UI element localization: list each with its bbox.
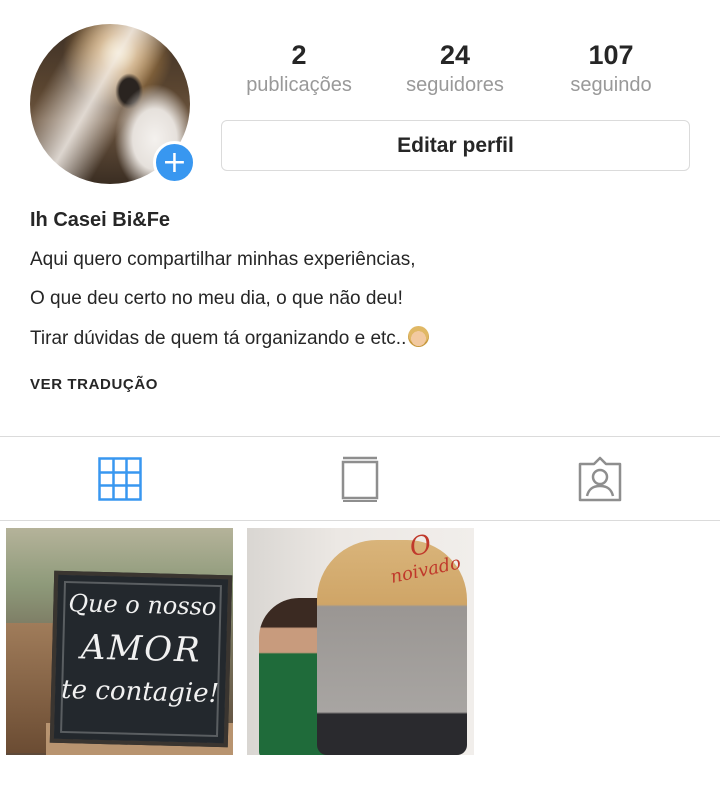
board-text-line: AMOR	[80, 627, 203, 671]
followers-count: 24	[439, 40, 471, 70]
bio-line-with-emoji: Tirar dúvidas de quem tá organizando e e…	[30, 326, 430, 350]
tagged-icon	[578, 456, 622, 502]
post-thumbnail[interactable]: Que o nosso AMOR te contagie!	[6, 528, 233, 755]
bio-line: O que deu certo no meu dia, o que não de…	[30, 288, 403, 309]
stat-followers[interactable]: 24 seguidores	[380, 38, 530, 98]
stat-following[interactable]: 107 seguindo	[536, 38, 686, 98]
profile-display-name: Ih Casei Bi&Fe	[30, 209, 171, 231]
following-count: 107	[588, 40, 634, 70]
tabs-bottom-divider	[0, 520, 720, 521]
posts-label: publicações	[246, 74, 352, 96]
bio-line-text: Tirar dúvidas de quem tá organizando e e…	[30, 328, 407, 349]
add-story-button[interactable]: +	[153, 141, 196, 184]
tab-guides[interactable]	[336, 455, 384, 503]
tab-tagged[interactable]	[576, 455, 624, 503]
tab-grid[interactable]	[96, 455, 144, 503]
profile-avatar-container[interactable]: +	[30, 24, 196, 186]
posts-count: 2	[291, 40, 307, 70]
edit-profile-button[interactable]: Editar perfil	[221, 120, 690, 171]
board-text-line: Que o nosso	[68, 589, 217, 621]
stat-posts[interactable]: 2 publicações	[224, 38, 374, 98]
board-text-line: te contagie!	[60, 674, 220, 710]
see-translation-link[interactable]: VER TRADUÇÃO	[30, 376, 158, 393]
grid-icon	[98, 457, 142, 501]
bio-line: Aqui quero compartilhar minhas experiênc…	[30, 249, 416, 270]
woman-emoji-icon	[408, 326, 430, 347]
plus-icon: +	[161, 144, 188, 180]
tabs-top-divider	[0, 436, 720, 437]
post-thumbnail[interactable]: O noivado	[247, 528, 474, 755]
guide-icon	[341, 456, 379, 502]
following-label: seguindo	[570, 74, 652, 96]
chalkboard-sign: Que o nosso AMOR te contagie!	[49, 570, 233, 748]
followers-label: seguidores	[406, 74, 504, 96]
